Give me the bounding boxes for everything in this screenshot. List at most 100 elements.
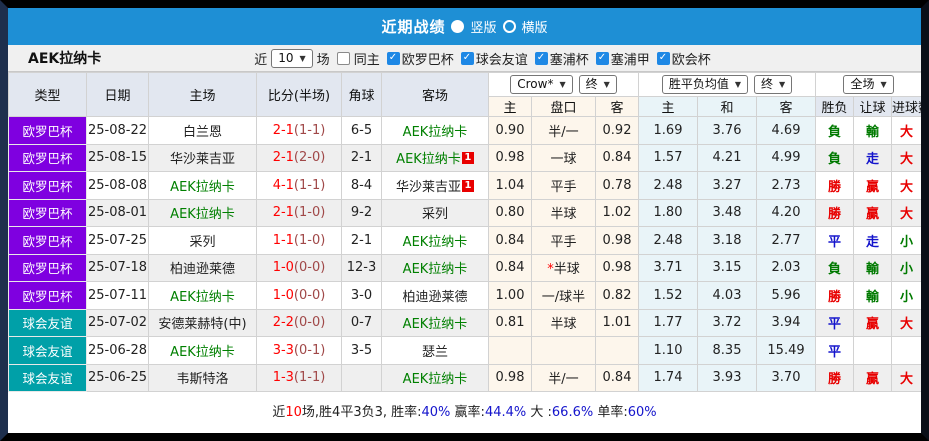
subcol-0-0: 主 <box>488 96 532 117</box>
radio-horizontal-layout[interactable] <box>502 20 516 33</box>
handicap-result-cell: 贏 <box>853 171 893 200</box>
asian-line-text: 一/球半 <box>541 289 586 305</box>
chevron-down-icon: ▼ <box>734 80 742 89</box>
asian-line-text: 一球 <box>550 152 577 168</box>
asian-away-odds: 0.82 <box>594 281 640 310</box>
asian-line <box>531 336 596 365</box>
league-badge: 欧罗巴杯 <box>8 143 87 172</box>
filter-bar: AEK拉纳卡 近 10 ▼ 场 同主 欧罗巴杯 球会友谊 塞浦杯 塞浦甲 欧会杯 <box>8 45 921 72</box>
europe-home-odds: 1.10 <box>638 336 699 365</box>
match-score: 1-0(0-0) <box>256 253 342 282</box>
halftime-score: (1-1) <box>293 177 326 193</box>
fulltime-select-value: 全场 <box>850 77 875 91</box>
summary-segment-7: 66.6% <box>551 405 594 420</box>
asian-final-select[interactable]: 终 ▼ <box>578 75 617 94</box>
home-team: 采列 <box>148 226 257 255</box>
asian-home-odds: 1.04 <box>488 171 532 200</box>
match-date: 25-07-25 <box>86 226 149 255</box>
radio-vertical-label[interactable]: 竖版 <box>470 17 496 36</box>
filter-checkbox-label-4[interactable]: 塞浦甲 <box>611 49 650 68</box>
table-row: 欧罗巴杯 25-08-08 AEK拉纳卡 4-1(1-1) 8-4 华沙莱吉亚 1 1.04 平… <box>8 171 921 200</box>
table-row: 欧罗巴杯 25-08-15 华沙莱吉亚 2-1(2-0) 2-1 AEK拉纳卡 1 0.98 一… <box>8 143 921 172</box>
asian-home-odds: 0.81 <box>488 308 532 337</box>
filter-checkbox-label-0[interactable]: 同主 <box>354 49 380 68</box>
result-cell-value: 勝 <box>828 179 842 195</box>
match-date: 25-06-25 <box>86 363 149 392</box>
subcol-2-1: 让球 <box>853 96 893 117</box>
results-table: 类型 日期 主场 比分(半场) 角球 客场 Crow* ▼ 终 ▼ 胜平负均值 ▼ 终 ▼ 全场 ▼ 主盘口客主… <box>8 72 921 392</box>
away-team: 华沙莱吉亚 1 <box>381 171 489 200</box>
recent-count-value: 10 <box>278 50 294 65</box>
table-row: 欧罗巴杯 25-07-18 柏迪逊莱德 1-0(0-0) 12-3 AEK拉纳卡 0.84 *… <box>8 253 921 282</box>
avg-odds-select[interactable]: 胜平负均值 ▼ <box>661 75 749 94</box>
table-row: 欧罗巴杯 25-07-11 AEK拉纳卡 1-0(0-0) 3-0 柏迪逊莱德 1.00 一/… <box>8 281 921 310</box>
corners <box>341 363 382 392</box>
result-cell: 負 <box>815 253 855 282</box>
match-score: 2-1(2-0) <box>256 143 342 172</box>
goals-result-cell-value: 小 <box>900 289 914 305</box>
filter-checkbox-5[interactable] <box>656 51 670 65</box>
match-date: 25-08-08 <box>86 171 149 200</box>
recent-suffix-label: 场 <box>316 52 330 68</box>
radio-vertical-layout[interactable] <box>451 20 465 33</box>
europe-draw-odds: 3.27 <box>697 171 758 200</box>
asian-home-odds: 0.80 <box>488 198 532 227</box>
filter-checkbox-2[interactable] <box>460 51 474 65</box>
europe-away-odds: 4.69 <box>756 116 817 145</box>
halftime-score: (1-0) <box>293 205 326 221</box>
match-date: 25-07-02 <box>86 308 149 337</box>
europe-away-odds: 4.20 <box>756 198 817 227</box>
asian-line-text: 半球 <box>553 262 580 278</box>
home-team-name: 白兰恩 <box>182 124 222 140</box>
filter-checkbox-1[interactable] <box>386 51 400 65</box>
europe-away-odds: 2.03 <box>756 253 817 282</box>
summary-text: 近10场,胜4平3负3, 胜率:40% 赢率:44.4% 大 :66.6% 单率… <box>272 401 656 420</box>
europe-final-select[interactable]: 终 ▼ <box>754 75 793 94</box>
col-corners: 角球 <box>341 72 382 117</box>
filter-checkbox-3[interactable] <box>534 51 548 65</box>
corners: 0-7 <box>341 308 382 337</box>
halftime-score: (1-0) <box>293 232 326 248</box>
filter-checkbox-0[interactable] <box>336 51 350 65</box>
subcol-1-2: 客 <box>756 96 817 117</box>
subcol-2-0: 胜负 <box>815 96 855 117</box>
europe-draw-odds: 4.21 <box>697 143 758 172</box>
league-badge: 欧罗巴杯 <box>8 116 87 145</box>
fulltime-select[interactable]: 全场 ▼ <box>843 75 894 94</box>
away-team: AEK拉纳卡 <box>381 116 489 145</box>
away-team: AEK拉纳卡 <box>381 253 489 282</box>
result-cell: 平 <box>815 226 855 255</box>
odds-group-2: 全场 ▼ <box>815 72 921 97</box>
corners: 6-5 <box>341 116 382 145</box>
recent-count-select[interactable]: 10 ▼ <box>271 48 313 68</box>
europe-home-odds: 2.48 <box>638 171 699 200</box>
result-cell-value: 勝 <box>828 372 842 388</box>
filter-checkbox-label-5[interactable]: 欧会杯 <box>672 49 711 68</box>
asian-line-text: 半球 <box>550 317 577 333</box>
recent-prefix-label: 近 <box>254 52 268 68</box>
asian-line-text: 半/一 <box>548 372 579 388</box>
filter-checkbox-4[interactable] <box>595 51 609 65</box>
subcol-0-1: 盘口 <box>531 96 596 117</box>
bookmaker-select[interactable]: Crow* ▼ <box>510 75 573 94</box>
handicap-result-cell-value: 贏 <box>866 317 880 333</box>
home-team-name: AEK拉纳卡 <box>170 344 235 360</box>
match-score: 3-3(0-1) <box>256 336 342 365</box>
col-type: 类型 <box>8 72 87 117</box>
result-cell-value: 平 <box>828 234 842 250</box>
goals-result-cell-value: 大 <box>900 372 914 388</box>
filter-checkbox-label-1[interactable]: 欧罗巴杯 <box>402 49 454 68</box>
away-team: AEK拉纳卡 <box>381 226 489 255</box>
match-score: 2-2(0-0) <box>256 308 342 337</box>
europe-home-odds: 1.74 <box>638 363 699 392</box>
handicap-result-cell-value: 走 <box>866 234 880 250</box>
chevron-down-icon: ▼ <box>603 80 610 89</box>
radio-horizontal-label[interactable]: 横版 <box>522 17 548 36</box>
summary-segment-4: 赢率: <box>450 405 485 420</box>
home-team: 华沙莱吉亚 <box>148 143 257 172</box>
goals-result-cell-value: 小 <box>900 234 914 250</box>
avg-odds-select-value: 胜平负均值 <box>668 77 729 91</box>
filter-checkbox-label-2[interactable]: 球会友谊 <box>476 49 528 68</box>
filter-checkbox-label-3[interactable]: 塞浦杯 <box>550 49 589 68</box>
europe-draw-odds: 3.48 <box>697 198 758 227</box>
